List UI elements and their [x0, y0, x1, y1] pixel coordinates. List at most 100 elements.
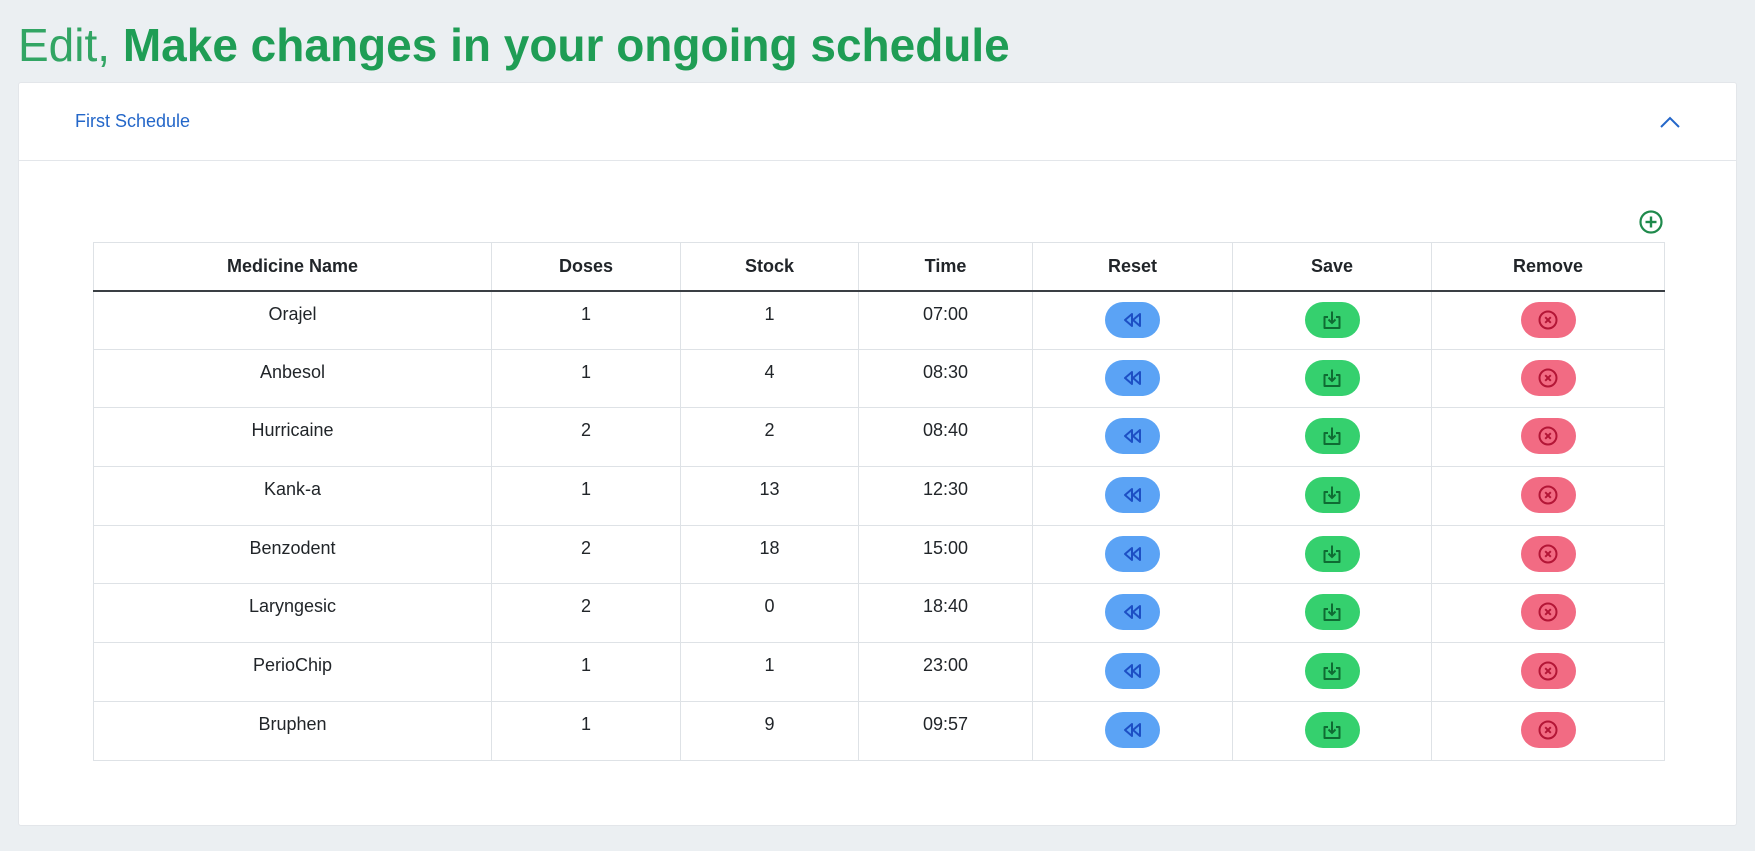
save-button[interactable] [1304, 535, 1360, 572]
schedule-card-header[interactable]: First Schedule [19, 83, 1736, 161]
medicine-name: Laryngesic [93, 583, 492, 644]
time: 12:30 [858, 466, 1033, 526]
rewind-icon [1123, 429, 1141, 444]
medicine-name: PerioChip [93, 642, 492, 702]
rewind-icon [1123, 312, 1141, 327]
medicine-table: Medicine Name Doses Stock Time Reset Sav… [93, 242, 1665, 761]
save-button[interactable] [1304, 301, 1360, 338]
save-button[interactable] [1304, 711, 1360, 748]
reset-cell [1032, 642, 1233, 702]
time: 09:57 [858, 700, 1033, 761]
x-circle-icon [1538, 544, 1558, 564]
rewind-icon [1123, 722, 1141, 737]
rewind-icon [1123, 605, 1141, 620]
column-header: Time [858, 242, 1033, 292]
column-header: Reset [1032, 242, 1233, 292]
save-cell [1232, 524, 1432, 585]
doses: 1 [491, 290, 681, 350]
column-header: Save [1232, 242, 1432, 292]
column-header: Doses [491, 242, 681, 292]
table-header-row: Medicine Name Doses Stock Time Reset Sav… [93, 242, 1665, 292]
reset-button[interactable] [1105, 418, 1160, 455]
reset-button[interactable] [1105, 359, 1160, 396]
save-button[interactable] [1304, 418, 1360, 455]
reset-button[interactable] [1105, 711, 1160, 748]
remove-cell [1431, 466, 1665, 526]
table-row: Anbesol 1 4 08:30 [93, 348, 1665, 409]
save-button[interactable] [1304, 653, 1360, 690]
rewind-icon [1123, 488, 1141, 503]
table-row: Bruphen 1 9 09:57 [93, 700, 1665, 761]
save-button[interactable] [1304, 359, 1360, 396]
table-row: Hurricaine 2 2 08:40 [93, 407, 1665, 468]
reset-cell [1032, 348, 1233, 409]
time: 23:00 [858, 642, 1033, 702]
table-row: Orajel 1 1 07:00 [93, 290, 1665, 350]
medicine-name: Kank-a [93, 466, 492, 526]
doses: 2 [491, 583, 681, 644]
reset-button[interactable] [1105, 477, 1160, 514]
time: 08:40 [858, 407, 1033, 468]
save-cell [1232, 290, 1432, 350]
schedule-title: First Schedule [75, 111, 191, 131]
download-icon [1323, 662, 1341, 681]
reset-cell [1032, 290, 1233, 350]
save-button[interactable] [1304, 594, 1360, 631]
remove-button[interactable] [1520, 359, 1576, 396]
remove-button[interactable] [1520, 418, 1576, 455]
stock: 9 [680, 700, 859, 761]
reset-cell [1032, 583, 1233, 644]
doses: 2 [491, 524, 681, 585]
plus-circle-icon[interactable] [1638, 209, 1664, 235]
time: 15:00 [858, 524, 1033, 585]
x-circle-icon [1538, 720, 1558, 740]
doses: 1 [491, 700, 681, 761]
rewind-icon [1123, 546, 1141, 561]
table-row: PerioChip 1 1 23:00 [93, 642, 1665, 702]
rewind-icon [1123, 664, 1141, 679]
download-icon [1323, 603, 1341, 622]
reset-cell [1032, 700, 1233, 761]
x-circle-icon [1538, 485, 1558, 505]
doses: 1 [491, 466, 681, 526]
page-title-main: Make changes in your ongoing schedule [122, 19, 1010, 71]
time: 07:00 [858, 290, 1033, 350]
medicine-name: Hurricaine [93, 407, 492, 468]
doses: 2 [491, 407, 681, 468]
remove-cell [1431, 700, 1665, 761]
remove-button[interactable] [1520, 594, 1576, 631]
column-header: Remove [1431, 242, 1665, 292]
remove-button[interactable] [1520, 301, 1576, 338]
save-cell [1232, 642, 1432, 702]
save-cell [1232, 700, 1432, 761]
save-button[interactable] [1304, 477, 1360, 514]
remove-cell [1431, 583, 1665, 644]
reset-cell [1032, 524, 1233, 585]
medicine-name: Orajel [93, 290, 492, 350]
download-icon [1323, 486, 1341, 505]
download-icon [1323, 427, 1341, 446]
remove-button[interactable] [1520, 535, 1576, 572]
stock: 1 [680, 290, 859, 350]
remove-button[interactable] [1520, 653, 1576, 690]
medicine-name: Anbesol [93, 348, 492, 409]
remove-cell [1431, 348, 1665, 409]
doses: 1 [491, 642, 681, 702]
reset-cell [1032, 407, 1233, 468]
x-circle-icon [1538, 661, 1558, 681]
column-header: Stock [680, 242, 859, 292]
remove-cell [1431, 524, 1665, 585]
download-icon [1323, 311, 1341, 329]
reset-button[interactable] [1105, 594, 1160, 631]
reset-button[interactable] [1105, 535, 1160, 572]
remove-button[interactable] [1520, 477, 1576, 514]
schedule-card: First Schedule Medicine Name Doses Stock… [18, 82, 1737, 826]
reset-button[interactable] [1105, 301, 1160, 338]
remove-button[interactable] [1520, 711, 1576, 748]
stock: 18 [680, 524, 859, 585]
time: 08:30 [858, 348, 1033, 409]
reset-button[interactable] [1105, 653, 1160, 690]
chevron-up-icon[interactable] [1658, 110, 1682, 134]
download-icon [1323, 369, 1341, 387]
doses: 1 [491, 348, 681, 409]
